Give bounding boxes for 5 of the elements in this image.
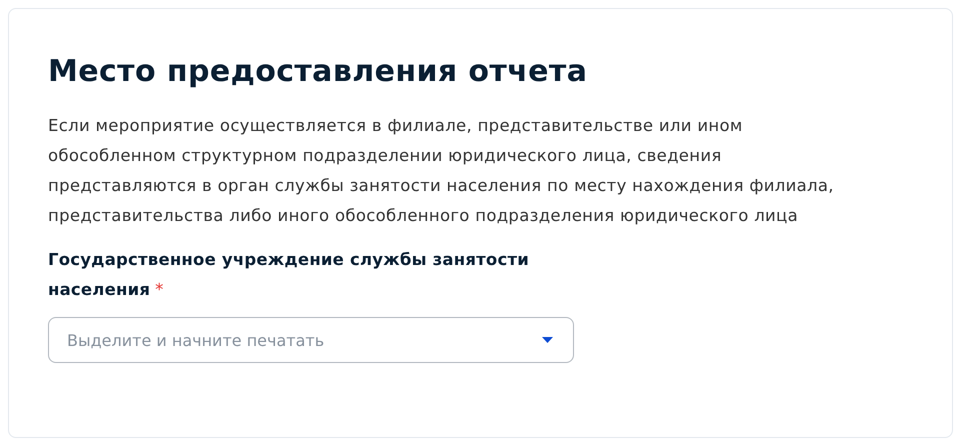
dropdown-field[interactable]: Выделите и начните печатать — [48, 317, 574, 363]
card-title: Место предоставления отчета — [48, 53, 588, 91]
caret-icon — [542, 337, 553, 343]
field-label: Государственное учреждение службы занятости населения * — [48, 249, 530, 301]
description-text: Если мероприятие осуществляется в филиале, представительстве или ином обособленном структурном подразделении юридического лица, сведения представляются в орган службы занятости населения по месту нахождения филиала, представительства либо иного обособленного подразделения юридического лица — [48, 115, 835, 227]
